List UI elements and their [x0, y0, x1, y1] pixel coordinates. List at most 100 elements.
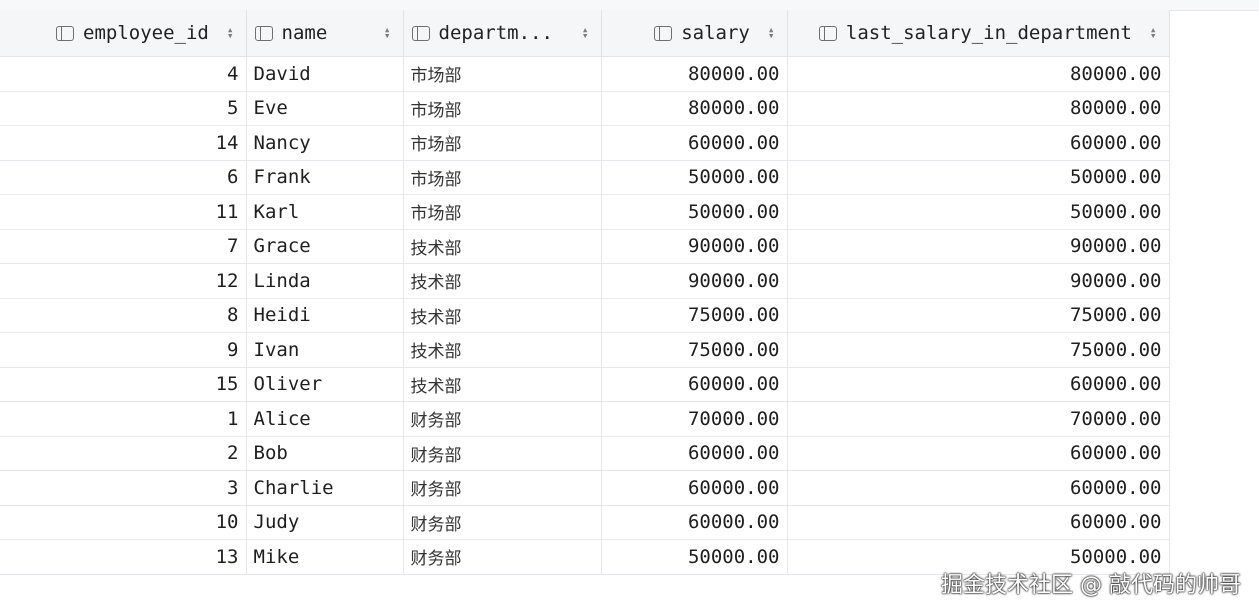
cell-name[interactable]: David	[246, 56, 404, 92]
cell-name[interactable]: Bob	[246, 436, 404, 471]
cell-salary[interactable]: 50000.00	[601, 160, 788, 195]
cell-department[interactable]: 财务部	[403, 539, 602, 575]
cell-employee-id[interactable]: 2	[0, 436, 247, 471]
cell-employee-id[interactable]: 12	[0, 263, 247, 299]
table-row[interactable]: 1 Alice 财务部 70000.00 70000.00	[0, 401, 1170, 437]
cell-last-salary-in-department[interactable]: 80000.00	[787, 91, 1170, 126]
table-row[interactable]: 9 Ivan 技术部 75000.00 75000.00	[0, 332, 1170, 368]
cell-last-salary-in-department[interactable]: 90000.00	[787, 229, 1170, 264]
cell-employee-id[interactable]: 6	[0, 160, 247, 195]
cell-department[interactable]: 市场部	[403, 56, 602, 92]
table-row[interactable]: 2 Bob 财务部 60000.00 60000.00	[0, 436, 1170, 471]
table-row[interactable]: 5 Eve 市场部 80000.00 80000.00	[0, 91, 1170, 126]
cell-employee-id[interactable]: 15	[0, 367, 247, 402]
sort-icon[interactable]: ▴ ▾	[227, 24, 234, 41]
cell-last-salary-in-department[interactable]: 70000.00	[787, 401, 1170, 437]
cell-name[interactable]: Ivan	[246, 332, 404, 368]
cell-salary[interactable]: 60000.00	[601, 436, 788, 471]
cell-department[interactable]: 技术部	[403, 229, 602, 264]
cell-salary[interactable]: 60000.00	[601, 367, 788, 402]
cell-salary[interactable]: 60000.00	[601, 505, 788, 540]
table-row[interactable]: 15 Oliver 技术部 60000.00 60000.00	[0, 367, 1170, 402]
table-row[interactable]: 10 Judy 财务部 60000.00 60000.00	[0, 505, 1170, 540]
cell-last-salary-in-department[interactable]: 60000.00	[787, 505, 1170, 540]
cell-employee-id[interactable]: 5	[0, 91, 247, 126]
cell-name[interactable]: Eve	[246, 91, 404, 126]
cell-name[interactable]: Grace	[246, 229, 404, 264]
cell-employee-id[interactable]: 13	[0, 539, 247, 575]
cell-department[interactable]: 技术部	[403, 367, 602, 402]
table-row[interactable]: 4 David 市场部 80000.00 80000.00	[0, 56, 1170, 92]
cell-salary[interactable]: 75000.00	[601, 332, 788, 368]
cell-last-salary-in-department[interactable]: 80000.00	[787, 56, 1170, 92]
column-header-employee-id[interactable]: employee_id ▴ ▾	[0, 10, 247, 57]
sort-icon[interactable]: ▴ ▾	[1150, 24, 1157, 41]
cell-name[interactable]: Frank	[246, 160, 404, 195]
cell-last-salary-in-department[interactable]: 60000.00	[787, 470, 1170, 506]
cell-employee-id[interactable]: 14	[0, 125, 247, 161]
cell-name[interactable]: Charlie	[246, 470, 404, 506]
cell-department[interactable]: 技术部	[403, 332, 602, 368]
table-row[interactable]: 6 Frank 市场部 50000.00 50000.00	[0, 160, 1170, 195]
cell-name[interactable]: Nancy	[246, 125, 404, 161]
cell-last-salary-in-department[interactable]: 50000.00	[787, 194, 1170, 230]
cell-salary[interactable]: 90000.00	[601, 229, 788, 264]
cell-salary[interactable]: 60000.00	[601, 125, 788, 161]
cell-salary[interactable]: 50000.00	[601, 194, 788, 230]
cell-department[interactable]: 财务部	[403, 505, 602, 540]
table-row[interactable]: 12 Linda 技术部 90000.00 90000.00	[0, 263, 1170, 299]
table-row[interactable]: 8 Heidi 技术部 75000.00 75000.00	[0, 298, 1170, 333]
cell-salary[interactable]: 90000.00	[601, 263, 788, 299]
cell-last-salary-in-department[interactable]: 60000.00	[787, 125, 1170, 161]
cell-employee-id[interactable]: 3	[0, 470, 247, 506]
cell-department[interactable]: 市场部	[403, 125, 602, 161]
cell-department[interactable]: 财务部	[403, 401, 602, 437]
sort-icon[interactable]: ▴ ▾	[582, 24, 589, 41]
cell-employee-id[interactable]: 11	[0, 194, 247, 230]
cell-last-salary-in-department[interactable]: 75000.00	[787, 332, 1170, 368]
cell-department[interactable]: 市场部	[403, 194, 602, 230]
cell-name[interactable]: Heidi	[246, 298, 404, 333]
cell-name[interactable]: Mike	[246, 539, 404, 575]
cell-department[interactable]: 市场部	[403, 91, 602, 126]
cell-salary[interactable]: 80000.00	[601, 56, 788, 92]
cell-employee-id[interactable]: 8	[0, 298, 247, 333]
column-icon	[56, 25, 75, 41]
column-header-label: name	[281, 22, 328, 44]
cell-employee-id[interactable]: 10	[0, 505, 247, 540]
column-header-department[interactable]: departm... ▴ ▾	[403, 10, 602, 57]
table-row[interactable]: 11 Karl 市场部 50000.00 50000.00	[0, 194, 1170, 230]
cell-department[interactable]: 市场部	[403, 160, 602, 195]
cell-department[interactable]: 财务部	[403, 470, 602, 506]
cell-department[interactable]: 财务部	[403, 436, 602, 471]
table-row[interactable]: 7 Grace 技术部 90000.00 90000.00	[0, 229, 1170, 264]
cell-employee-id[interactable]: 9	[0, 332, 247, 368]
cell-department[interactable]: 技术部	[403, 263, 602, 299]
cell-name[interactable]: Judy	[246, 505, 404, 540]
cell-name[interactable]: Linda	[246, 263, 404, 299]
cell-last-salary-in-department[interactable]: 60000.00	[787, 436, 1170, 471]
table-row[interactable]: 14 Nancy 市场部 60000.00 60000.00	[0, 125, 1170, 161]
table-row[interactable]: 3 Charlie 财务部 60000.00 60000.00	[0, 470, 1170, 506]
cell-salary[interactable]: 70000.00	[601, 401, 788, 437]
cell-salary[interactable]: 75000.00	[601, 298, 788, 333]
sort-icon[interactable]: ▴ ▾	[768, 24, 775, 41]
cell-employee-id[interactable]: 4	[0, 56, 247, 92]
cell-last-salary-in-department[interactable]: 90000.00	[787, 263, 1170, 299]
sort-icon[interactable]: ▴ ▾	[384, 24, 391, 41]
cell-employee-id[interactable]: 7	[0, 229, 247, 264]
cell-name[interactable]: Oliver	[246, 367, 404, 402]
cell-last-salary-in-department[interactable]: 50000.00	[787, 160, 1170, 195]
cell-last-salary-in-department[interactable]: 60000.00	[787, 367, 1170, 402]
column-header-name[interactable]: name ▴ ▾	[246, 10, 404, 57]
cell-name[interactable]: Alice	[246, 401, 404, 437]
cell-salary[interactable]: 80000.00	[601, 91, 788, 126]
cell-name[interactable]: Karl	[246, 194, 404, 230]
cell-salary[interactable]: 50000.00	[601, 539, 788, 575]
cell-last-salary-in-department[interactable]: 75000.00	[787, 298, 1170, 333]
cell-salary[interactable]: 60000.00	[601, 470, 788, 506]
column-header-last-salary-in-department[interactable]: last_salary_in_department ▴ ▾	[787, 10, 1170, 57]
cell-employee-id[interactable]: 1	[0, 401, 247, 437]
column-header-salary[interactable]: salary ▴ ▾	[601, 10, 788, 57]
cell-department[interactable]: 技术部	[403, 298, 602, 333]
